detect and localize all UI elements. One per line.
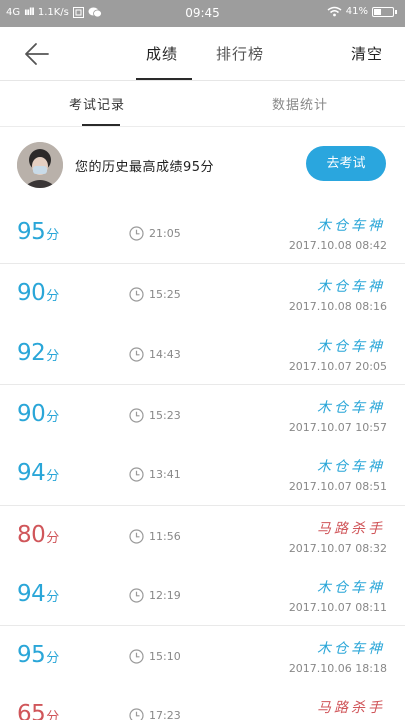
record-date: 2017.10.07 10:57 (288, 420, 387, 434)
status-bar: 4G ııll 1.1K/s 09:45 41% (0, 0, 405, 27)
record-date: 2017.10.07 08:11 (288, 600, 387, 614)
record-row[interactable]: 90分 15:25 木仓车神 2017.10.08 08:16 (0, 263, 405, 323)
clear-button[interactable]: 清空 (351, 43, 383, 64)
record-score-value: 95 (17, 642, 46, 669)
record-score-unit: 分 (46, 289, 59, 305)
record-score: 94分 (17, 581, 59, 607)
record-score-unit: 分 (46, 530, 59, 546)
record-score-unit: 分 (46, 469, 59, 485)
record-title: 木仓车神 (317, 218, 385, 234)
clock-icon (129, 346, 144, 362)
record-duration: 14:43 (149, 347, 181, 361)
subtab-active-indicator (82, 124, 120, 126)
record-duration: 11:56 (149, 529, 181, 543)
clock-icon (129, 287, 144, 302)
record-score-value: 94 (17, 460, 46, 487)
record-duration: 17:23 (149, 709, 181, 720)
clock-icon (129, 649, 144, 664)
record-title: 木仓车神 (317, 459, 385, 476)
subtab-data-stats[interactable]: 数据统计 (272, 94, 328, 113)
record-date: 2017.10.07 20:05 (288, 359, 387, 373)
record-row[interactable]: 94分 12:19 木仓车神 2017.10.07 08:11 (0, 565, 405, 625)
record-title: 木仓车神 (317, 641, 385, 658)
status-right: 41% (327, 6, 397, 17)
avatar-image (17, 142, 63, 188)
record-date: 2017.10.06 18:18 (288, 662, 387, 676)
record-score: 95分 (17, 219, 59, 245)
record-duration: 21:05 (149, 227, 181, 240)
tab-ranking[interactable]: 排行榜 (216, 43, 264, 64)
record-duration: 13:41 (149, 468, 181, 482)
record-duration: 15:23 (149, 408, 181, 422)
battery-tip (395, 9, 397, 14)
record-row[interactable]: 94分 13:41 木仓车神 2017.10.07 08:51 (0, 444, 405, 504)
sub-tabs: 考试记录 数据统计 (0, 81, 405, 127)
record-duration: 15:25 (149, 288, 181, 302)
record-score-unit: 分 (46, 409, 59, 425)
go-exam-button[interactable]: 去考试 (306, 146, 386, 181)
clock-icon (129, 528, 144, 544)
clock-icon (129, 226, 144, 241)
record-score-unit: 分 (46, 589, 59, 605)
record-score: 95分 (17, 642, 59, 668)
record-row[interactable]: 90分 15:23 木仓车神 2017.10.07 10:57 (0, 383, 405, 444)
record-score: 94分 (17, 460, 59, 486)
record-score-unit: 分 (46, 710, 59, 720)
avatar[interactable] (17, 142, 63, 188)
record-title: 木仓车神 (317, 279, 385, 296)
record-score-value: 80 (17, 521, 46, 548)
record-row[interactable]: 95分 15:10 木仓车神 2017.10.06 18:18 (0, 625, 405, 685)
record-score-value: 90 (17, 280, 46, 307)
record-date: 2017.10.08 08:16 (288, 300, 387, 314)
record-score-value: 65 (17, 701, 46, 720)
record-title: 木仓车神 (317, 579, 385, 596)
record-date: 2017.10.07 08:51 (288, 480, 387, 494)
tab-score[interactable]: 成绩 (146, 43, 178, 64)
best-score-text: 您的历史最高成绩95分 (75, 160, 215, 175)
record-title: 木仓车神 (317, 399, 385, 416)
battery-percent: 41% (345, 6, 368, 17)
record-score: 90分 (17, 280, 59, 306)
record-score-value: 95 (17, 219, 46, 245)
subtab-exam-records[interactable]: 考试记录 (69, 94, 125, 113)
record-date: 2017.10.08 08:42 (288, 239, 387, 252)
record-row[interactable]: 92分 14:43 木仓车神 2017.10.07 20:05 (0, 324, 405, 384)
record-date: 2017.10.07 08:32 (288, 541, 387, 555)
record-score-unit: 分 (46, 348, 59, 364)
clock-icon (129, 708, 144, 720)
clock-icon (129, 588, 144, 603)
record-duration: 12:19 (149, 588, 181, 602)
record-score: 92分 (17, 340, 59, 366)
clock-icon (129, 408, 144, 423)
record-row[interactable]: 80分 11:56 马路杀手 2017.10.07 08:32 (0, 504, 405, 565)
record-score: 65分 (17, 701, 59, 720)
battery-icon (372, 6, 394, 17)
clock-icon (129, 467, 144, 482)
record-score-value: 90 (17, 400, 46, 427)
record-score-value: 92 (17, 339, 46, 366)
record-title: 木仓车神 (317, 338, 385, 355)
top-header: 成绩 排行榜 清空 (0, 27, 405, 81)
wifi-icon (327, 6, 342, 17)
record-score-unit: 分 (46, 651, 59, 667)
tab-active-indicator (136, 78, 192, 80)
back-arrow-icon[interactable] (22, 40, 50, 68)
record-row[interactable]: 95分 21:05 木仓车神 2017.10.08 08:42 (0, 203, 405, 263)
record-title: 马路杀手 (317, 700, 385, 717)
record-score: 80分 (17, 522, 59, 548)
record-title: 马路杀手 (317, 520, 385, 537)
record-score-unit: 分 (46, 228, 59, 243)
best-score-row: 您的历史最高成绩95分 去考试 (0, 127, 405, 203)
record-row[interactable]: 65分 17:23 马路杀手 (0, 685, 405, 720)
record-score-value: 94 (17, 580, 46, 607)
record-score: 90分 (17, 401, 59, 427)
record-duration: 15:10 (149, 650, 181, 664)
